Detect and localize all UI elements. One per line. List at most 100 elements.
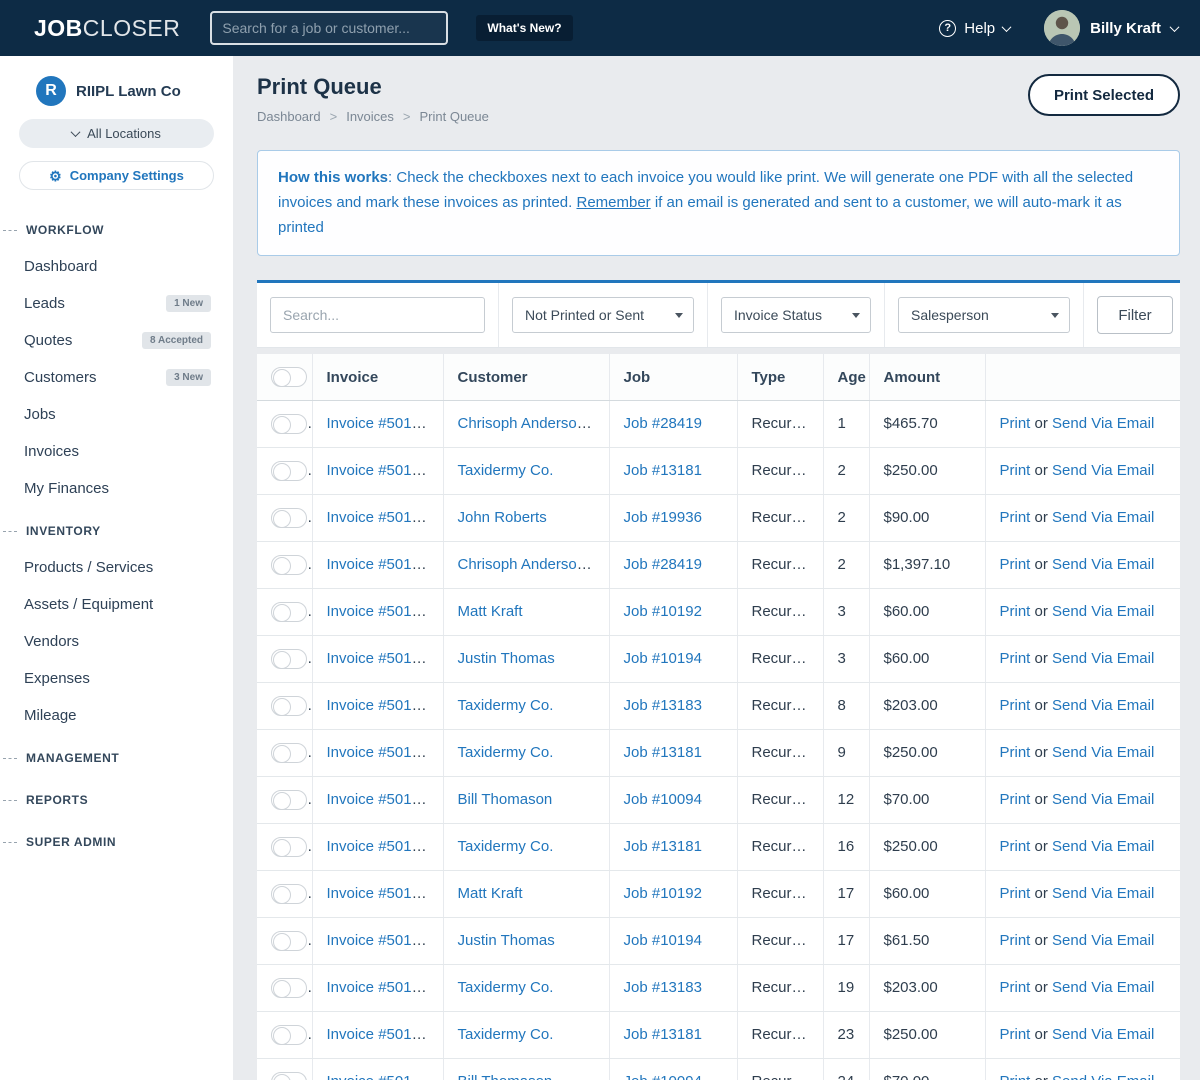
sidebar-item[interactable]: Products / Services — [0, 549, 233, 586]
invoice-link[interactable]: Invoice #501287 — [327, 744, 437, 761]
row-select-toggle[interactable] — [271, 742, 307, 763]
send-via-email-link[interactable]: Send Via Email — [1052, 415, 1154, 432]
send-via-email-link[interactable]: Send Via Email — [1052, 979, 1154, 996]
send-via-email-link[interactable]: Send Via Email — [1052, 462, 1154, 479]
customer-link[interactable]: Taxidermy Co. — [458, 697, 554, 714]
invoice-link[interactable]: Invoice #501274 — [327, 932, 437, 949]
table-search-input[interactable] — [270, 297, 485, 334]
print-link[interactable]: Print — [1000, 885, 1031, 902]
send-via-email-link[interactable]: Send Via Email — [1052, 1026, 1154, 1043]
sidebar-item[interactable]: Customers 3 New — [0, 359, 233, 396]
sidebar-section-header[interactable]: INVENTORY — [0, 513, 233, 549]
job-link[interactable]: Job #13183 — [624, 697, 702, 714]
send-via-email-link[interactable]: Send Via Email — [1052, 509, 1154, 526]
print-link[interactable]: Print — [1000, 932, 1031, 949]
send-via-email-link[interactable]: Send Via Email — [1052, 838, 1154, 855]
job-link[interactable]: Job #10094 — [624, 791, 702, 808]
invoice-link[interactable]: Invoice #501271 — [327, 979, 437, 996]
send-via-email-link[interactable]: Send Via Email — [1052, 650, 1154, 667]
invoice-link[interactable]: Invoice #501288 — [327, 697, 437, 714]
send-via-email-link[interactable]: Send Via Email — [1052, 697, 1154, 714]
invoice-link[interactable]: Invoice #501268 — [327, 1026, 437, 1043]
invoice-link[interactable]: Invoice #501302 — [327, 509, 437, 526]
help-menu[interactable]: ? Help — [939, 19, 1012, 37]
breadcrumb-item-dashboard[interactable]: Dashboard — [257, 109, 321, 124]
print-link[interactable]: Print — [1000, 1026, 1031, 1043]
print-link[interactable]: Print — [1000, 838, 1031, 855]
job-link[interactable]: Job #19936 — [624, 509, 702, 526]
sidebar-section-header[interactable]: REPORTS — [0, 782, 233, 818]
row-select-toggle[interactable] — [271, 413, 307, 434]
company-header[interactable]: R RIIPL Lawn Co — [0, 56, 233, 106]
row-select-toggle[interactable] — [271, 554, 307, 575]
customer-link[interactable]: Chrisoph Anderson... — [458, 415, 598, 432]
select-all-toggle[interactable] — [271, 367, 307, 387]
invoice-link[interactable]: Invoice #501278 — [327, 838, 437, 855]
sidebar-item[interactable]: Mileage — [0, 697, 233, 734]
job-link[interactable]: Job #13183 — [624, 979, 702, 996]
whats-new-button[interactable]: What's New? — [476, 15, 573, 41]
printed-filter-select[interactable]: Not Printed or Sent — [512, 297, 694, 334]
row-select-toggle[interactable] — [271, 695, 307, 716]
customer-link[interactable]: Justin Thomas — [458, 650, 555, 667]
print-link[interactable]: Print — [1000, 556, 1031, 573]
sidebar-item[interactable]: Invoices — [0, 433, 233, 470]
row-select-toggle[interactable] — [271, 883, 307, 904]
job-link[interactable]: Job #28419 — [624, 415, 702, 432]
row-select-toggle[interactable] — [271, 836, 307, 857]
print-link[interactable]: Print — [1000, 1073, 1031, 1080]
send-via-email-link[interactable]: Send Via Email — [1052, 603, 1154, 620]
row-select-toggle[interactable] — [271, 930, 307, 951]
sidebar-section-header[interactable]: WORKFLOW — [0, 212, 233, 248]
job-link[interactable]: Job #28419 — [624, 556, 702, 573]
row-select-toggle[interactable] — [271, 789, 307, 810]
customer-link[interactable]: Taxidermy Co. — [458, 979, 554, 996]
all-locations-dropdown[interactable]: All Locations — [19, 119, 214, 148]
invoice-link[interactable]: Invoice #501305 — [327, 415, 437, 432]
customer-link[interactable]: Chrisoph Anderson... — [458, 556, 598, 573]
print-link[interactable]: Print — [1000, 697, 1031, 714]
sidebar-item[interactable]: My Finances — [0, 470, 233, 507]
customer-link[interactable]: Matt Kraft — [458, 885, 523, 902]
sidebar-item[interactable]: Dashboard — [0, 248, 233, 285]
invoice-status-select[interactable]: Invoice Status — [721, 297, 871, 334]
row-select-toggle[interactable] — [271, 460, 307, 481]
invoice-link[interactable]: Invoice #501297 — [327, 462, 437, 479]
print-link[interactable]: Print — [1000, 979, 1031, 996]
invoice-link[interactable]: Invoice #501303 — [327, 556, 437, 573]
row-select-toggle[interactable] — [271, 1071, 307, 1080]
row-select-toggle[interactable] — [271, 507, 307, 528]
job-link[interactable]: Job #10194 — [624, 932, 702, 949]
sidebar-section-header[interactable]: MANAGEMENT — [0, 740, 233, 776]
print-selected-button[interactable]: Print Selected — [1027, 74, 1180, 116]
job-link[interactable]: Job #10194 — [624, 650, 702, 667]
global-search-input[interactable] — [210, 11, 449, 45]
customer-link[interactable]: Taxidermy Co. — [458, 1026, 554, 1043]
row-select-toggle[interactable] — [271, 601, 307, 622]
customer-link[interactable]: Bill Thomason — [458, 1073, 553, 1080]
send-via-email-link[interactable]: Send Via Email — [1052, 791, 1154, 808]
send-via-email-link[interactable]: Send Via Email — [1052, 556, 1154, 573]
filter-button[interactable]: Filter — [1097, 296, 1173, 335]
send-via-email-link[interactable]: Send Via Email — [1052, 932, 1154, 949]
invoice-link[interactable]: Invoice #501292 — [327, 603, 437, 620]
row-select-toggle[interactable] — [271, 648, 307, 669]
job-link[interactable]: Job #13181 — [624, 744, 702, 761]
invoice-link[interactable]: Invoice #501280 — [327, 791, 437, 808]
customer-link[interactable]: Taxidermy Co. — [458, 462, 554, 479]
sidebar-section-header[interactable]: SUPER ADMIN — [0, 824, 233, 860]
job-link[interactable]: Job #10094 — [624, 1073, 702, 1080]
job-link[interactable]: Job #10192 — [624, 603, 702, 620]
user-menu[interactable]: Billy Kraft — [1044, 10, 1180, 46]
job-link[interactable]: Job #13181 — [624, 838, 702, 855]
invoice-link[interactable]: Invoice #501273 — [327, 885, 437, 902]
sidebar-item[interactable]: Jobs — [0, 396, 233, 433]
print-link[interactable]: Print — [1000, 650, 1031, 667]
customer-link[interactable]: Matt Kraft — [458, 603, 523, 620]
print-link[interactable]: Print — [1000, 462, 1031, 479]
send-via-email-link[interactable]: Send Via Email — [1052, 885, 1154, 902]
invoice-link[interactable]: Invoice #501293 — [327, 650, 437, 667]
customer-link[interactable]: John Roberts — [458, 509, 547, 526]
invoice-link[interactable]: Invoice #501266 — [327, 1073, 437, 1080]
customer-link[interactable]: Bill Thomason — [458, 791, 553, 808]
